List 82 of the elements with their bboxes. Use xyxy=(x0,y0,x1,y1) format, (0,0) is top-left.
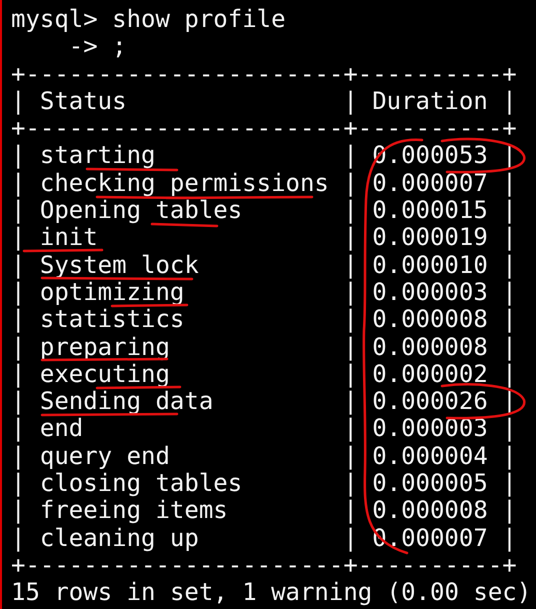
table-border: | xyxy=(502,442,517,470)
table-border: | xyxy=(502,415,517,443)
table-cell-text: closing tables xyxy=(38,470,244,498)
table-border: | xyxy=(11,470,26,498)
table-border: | xyxy=(343,197,358,224)
table-border: | xyxy=(343,252,358,279)
table-border: +----------------------+----------+ xyxy=(11,552,517,580)
table-border: | xyxy=(502,306,517,334)
table-border: | xyxy=(343,415,358,443)
table-cell-text: 0.000008 xyxy=(371,497,489,525)
table-border: | xyxy=(11,278,26,306)
table-cell-text: 0.000010 xyxy=(371,252,489,279)
table-border: | xyxy=(11,360,26,388)
table-border: | xyxy=(343,388,358,416)
table-border: | xyxy=(502,197,517,224)
table-cell-text: init xyxy=(38,224,98,252)
table-cell-text: cleaning up xyxy=(38,524,200,552)
table-border: | xyxy=(343,442,358,470)
table-cell-text: 0.000007 xyxy=(371,170,489,198)
table-border: | xyxy=(502,334,517,361)
table-cell-text: 0.000003 xyxy=(371,278,489,306)
table-border: | xyxy=(502,497,517,525)
table-border: +----------------------+----------+ xyxy=(11,115,517,142)
table-border: | xyxy=(343,224,358,252)
table-border: | xyxy=(343,88,358,116)
table-border: | xyxy=(502,252,517,279)
table-border: | xyxy=(11,442,26,470)
table-cell-text: preparing xyxy=(38,334,171,361)
table-border: | xyxy=(11,197,26,224)
table-border: | xyxy=(11,88,26,116)
table-border: | xyxy=(343,497,358,525)
table-cell-text: 0.000008 xyxy=(371,334,489,361)
table-border: | xyxy=(343,278,358,306)
table-border: | xyxy=(502,278,517,306)
command-line: mysql> show profile xyxy=(11,6,286,34)
table-border: | xyxy=(343,524,358,552)
table-cell-text: 0.000015 xyxy=(371,197,489,224)
column-header: Duration xyxy=(371,88,489,116)
table-cell-text: System lock xyxy=(38,252,200,279)
table-cell-text: 0.000002 xyxy=(371,360,489,388)
table-cell-text: statistics xyxy=(38,306,186,334)
table-border: | xyxy=(343,360,358,388)
table-border: | xyxy=(343,170,358,198)
table-border: | xyxy=(502,360,517,388)
table-cell-text: query end xyxy=(38,442,171,470)
table-cell-text: Opening tables xyxy=(38,197,244,224)
table-cell-text: 0.000003 xyxy=(371,415,489,443)
table-border: | xyxy=(343,306,358,334)
table-cell-text: end xyxy=(38,415,84,443)
table-border: | xyxy=(11,252,26,279)
table-cell-text: checking permissions xyxy=(38,170,330,198)
table-border: | xyxy=(11,306,26,334)
table-border: | xyxy=(502,88,517,116)
continuation-line: -> ; xyxy=(68,33,127,61)
table-cell-text: 0.000008 xyxy=(371,306,489,334)
table-border: | xyxy=(11,334,26,361)
table-cell-text: 0.000019 xyxy=(371,224,489,252)
table-border: | xyxy=(11,388,26,416)
table-cell-text: Sending data xyxy=(38,388,214,416)
table-border: | xyxy=(11,170,26,198)
table-border: | xyxy=(502,524,517,552)
table-border: +----------------------+----------+ xyxy=(11,60,517,88)
table-border: | xyxy=(11,415,26,443)
table-border: | xyxy=(343,142,358,170)
table-border: | xyxy=(11,142,26,170)
result-summary: 15 rows in set, 1 warning (0.00 sec) xyxy=(11,579,532,607)
table-border: | xyxy=(11,524,26,552)
table-cell-text: 0.000026 xyxy=(371,388,489,416)
table-border: | xyxy=(502,470,517,498)
table-cell-text: 0.000005 xyxy=(371,470,489,498)
table-cell-text: freeing items xyxy=(38,497,229,525)
table-border: | xyxy=(343,470,358,498)
table-cell-text: starting xyxy=(38,142,156,170)
table-border: | xyxy=(343,334,358,361)
table-border: | xyxy=(11,224,26,252)
table-cell-text: 0.000004 xyxy=(371,442,489,470)
table-border: | xyxy=(502,224,517,252)
table-border: | xyxy=(11,497,26,525)
table-cell-text: executing xyxy=(38,360,171,388)
column-header: Status xyxy=(38,88,128,116)
table-border: | xyxy=(502,170,517,198)
table-cell-text: optimizing xyxy=(38,278,186,306)
